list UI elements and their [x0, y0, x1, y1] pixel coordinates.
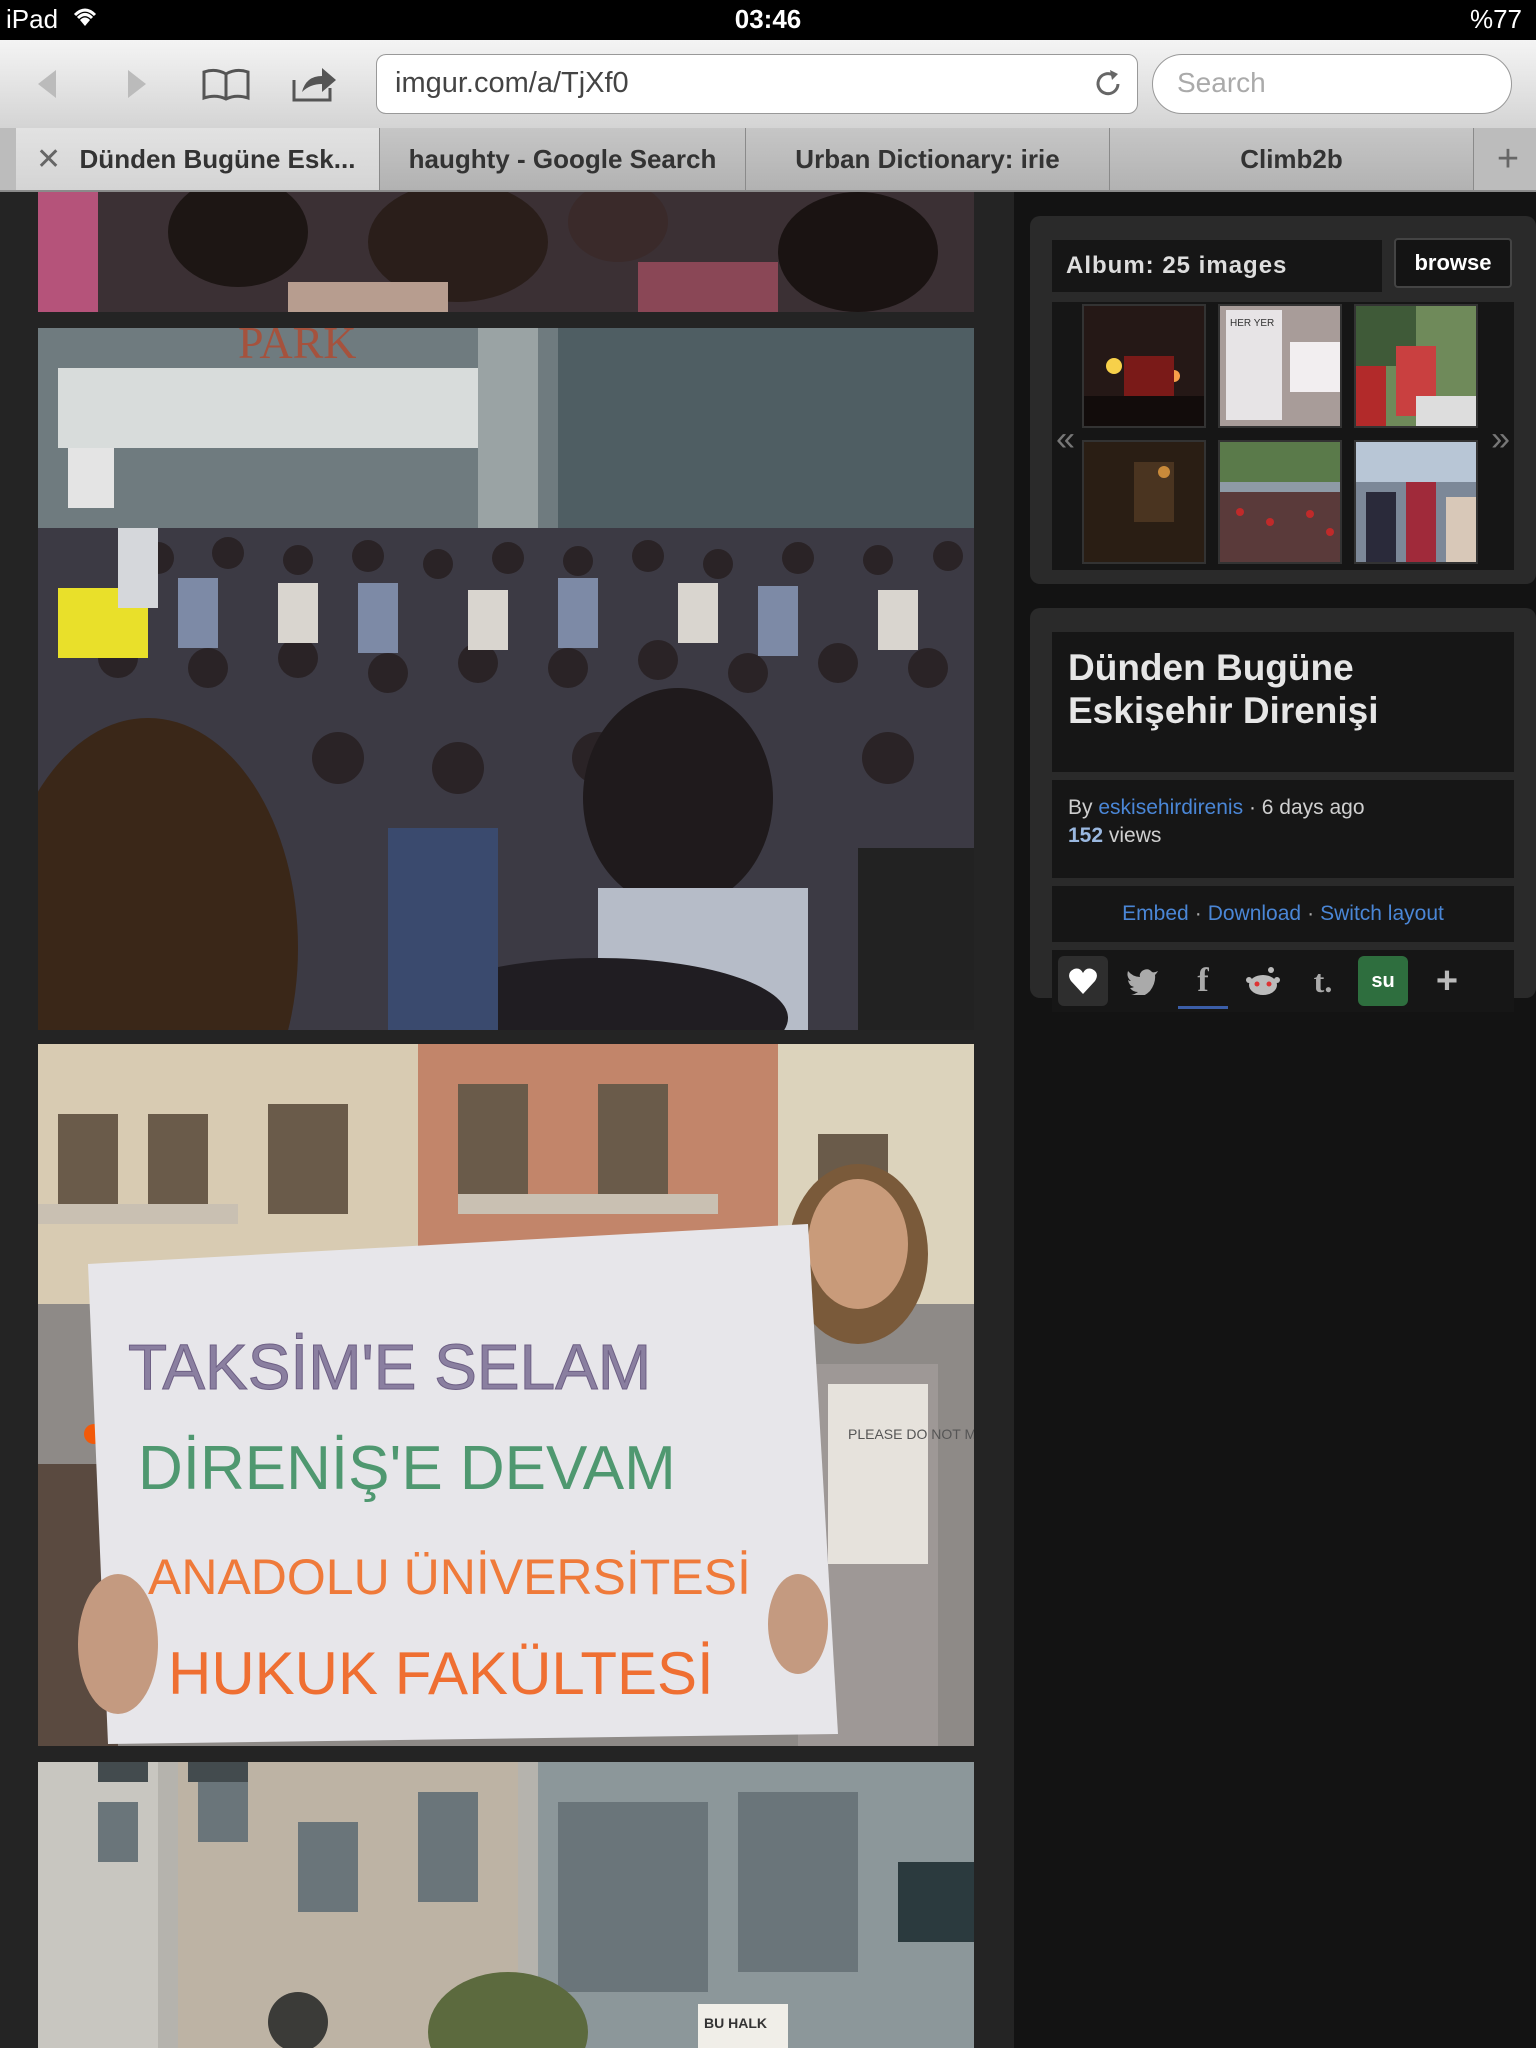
social-bar: f t. su + [1052, 950, 1514, 1012]
title-line-1: Dünden Bugüne [1068, 647, 1354, 688]
album-actions: Embed · Download · Switch layout [1052, 886, 1514, 942]
page-content: PARK PLEASE DO NOT M TAKSİM'E SELAM DİRE… [0, 192, 1536, 2048]
sign-line-4: HUKUK FAKÜLTESİ [168, 1640, 714, 1707]
back-button[interactable] [18, 54, 78, 114]
album-meta: By eskisehirdirenis · 6 days ago 152 vie… [1052, 780, 1514, 878]
mall-sign: PARK [238, 328, 356, 368]
switch-layout-link[interactable]: Switch layout [1320, 902, 1444, 926]
bookmarks-button[interactable] [196, 54, 256, 114]
twitter-button[interactable] [1118, 956, 1168, 1006]
thumbnail[interactable] [1218, 440, 1342, 564]
forward-button[interactable] [106, 54, 166, 114]
album-title: Dünden Bugüne Eskişehir Direnişi [1052, 632, 1514, 772]
tab-label: Dünden Bugüne Esk... [79, 143, 356, 174]
album-image-1[interactable] [38, 192, 974, 312]
tab-urban-dictionary[interactable]: Urban Dictionary: irie [746, 128, 1110, 190]
tab-google[interactable]: haughty - Google Search [380, 128, 746, 190]
views-count: 152 [1068, 824, 1104, 847]
tab-label: Urban Dictionary: irie [795, 143, 1060, 174]
prev-page-icon[interactable]: « [1056, 420, 1075, 459]
stumbleupon-icon: su [1371, 969, 1395, 992]
reload-icon[interactable] [1091, 67, 1125, 101]
share-icon [292, 68, 336, 102]
url-text: imgur.com/a/TjXf0 [395, 67, 629, 99]
thumbnail[interactable] [1082, 440, 1206, 564]
plus-icon: + [1435, 959, 1459, 1002]
tab-imgur[interactable]: ✕ Dünden Bugüne Esk... [16, 128, 380, 190]
search-field[interactable] [1152, 54, 1512, 114]
plus-icon: + [1496, 137, 1520, 180]
back-arrow-icon [38, 70, 56, 98]
facebook-icon: f [1197, 962, 1209, 999]
by-label: By [1068, 796, 1093, 819]
share-button[interactable] [284, 54, 344, 114]
title-line-2: Eskişehir Direnişi [1068, 690, 1379, 731]
sign-line-2: DİRENİŞ'E DEVAM [138, 1434, 676, 1503]
book-icon [202, 68, 250, 101]
album-image-3[interactable]: PLEASE DO NOT MOVE TAKSİM'E SELAM DİRENİ… [38, 1044, 974, 1746]
embed-link[interactable]: Embed [1122, 902, 1189, 926]
battery-level: %77 [1469, 4, 1522, 34]
address-bar[interactable]: imgur.com/a/TjXf0 [376, 54, 1138, 114]
clock: 03:46 [734, 4, 802, 34]
next-page-icon[interactable]: » [1491, 420, 1510, 459]
facebook-button[interactable]: f [1178, 956, 1228, 1009]
thumbnail[interactable] [1354, 440, 1478, 564]
author-link[interactable]: eskisehirdirenis [1098, 796, 1243, 819]
time-ago: · 6 days ago [1248, 796, 1365, 819]
tab-bar: ✕ Dünden Bugüne Esk... haughty - Google … [0, 128, 1536, 192]
favorite-button[interactable] [1058, 956, 1108, 1006]
banner-text: BU HALK [704, 2015, 767, 2031]
tumblr-button[interactable]: t. [1298, 956, 1348, 1006]
browser-toolbar: imgur.com/a/TjXf0 [0, 40, 1536, 128]
separator: · [1307, 902, 1315, 925]
album-panel: Album: 25 images browse « » HER YER [1030, 216, 1536, 584]
thumbnail-grid: « » HER YER [1052, 302, 1514, 570]
stumbleupon-button[interactable]: su [1358, 956, 1408, 1006]
thumbnail[interactable] [1354, 304, 1478, 428]
thumbnail[interactable]: HER YER [1218, 304, 1342, 428]
sign-line-1: TAKSİM'E SELAM [128, 1331, 651, 1403]
download-link[interactable]: Download [1208, 902, 1301, 926]
search-input[interactable] [1175, 66, 1489, 100]
thumbnail[interactable] [1082, 304, 1206, 428]
heart-icon [1069, 968, 1097, 994]
shirt-text: PLEASE DO NOT MOVE [848, 1426, 974, 1442]
reddit-button[interactable] [1238, 956, 1288, 1006]
browse-button[interactable]: browse [1394, 238, 1512, 288]
album-image-2[interactable]: PARK [38, 328, 974, 1030]
tab-label: haughty - Google Search [408, 143, 717, 174]
svg-text:HER YER: HER YER [1230, 318, 1274, 329]
tab-label: Climb2b [1240, 143, 1343, 174]
separator: · [1194, 902, 1202, 925]
tab-climb2b[interactable]: Climb2b [1110, 128, 1474, 190]
status-bar: iPad 03:46 %77 [0, 0, 1536, 40]
more-share-button[interactable]: + [1422, 956, 1472, 1006]
info-panel: Dünden Bugüne Eskişehir Direnişi By eski… [1030, 608, 1536, 1012]
forward-arrow-icon [128, 70, 146, 98]
album-count: Album: 25 images [1052, 240, 1382, 292]
tumblr-icon: t. [1313, 962, 1333, 999]
twitter-icon [1127, 969, 1158, 995]
reddit-icon [1246, 967, 1280, 995]
close-tab-icon[interactable]: ✕ [36, 142, 61, 177]
new-tab-button[interactable]: + [1480, 128, 1536, 190]
album-image-4[interactable]: BU HALK [38, 1762, 974, 2048]
sign-line-3: ANADOLU ÜNİVERSİTESİ [148, 1549, 751, 1605]
views-label: views [1108, 824, 1162, 847]
